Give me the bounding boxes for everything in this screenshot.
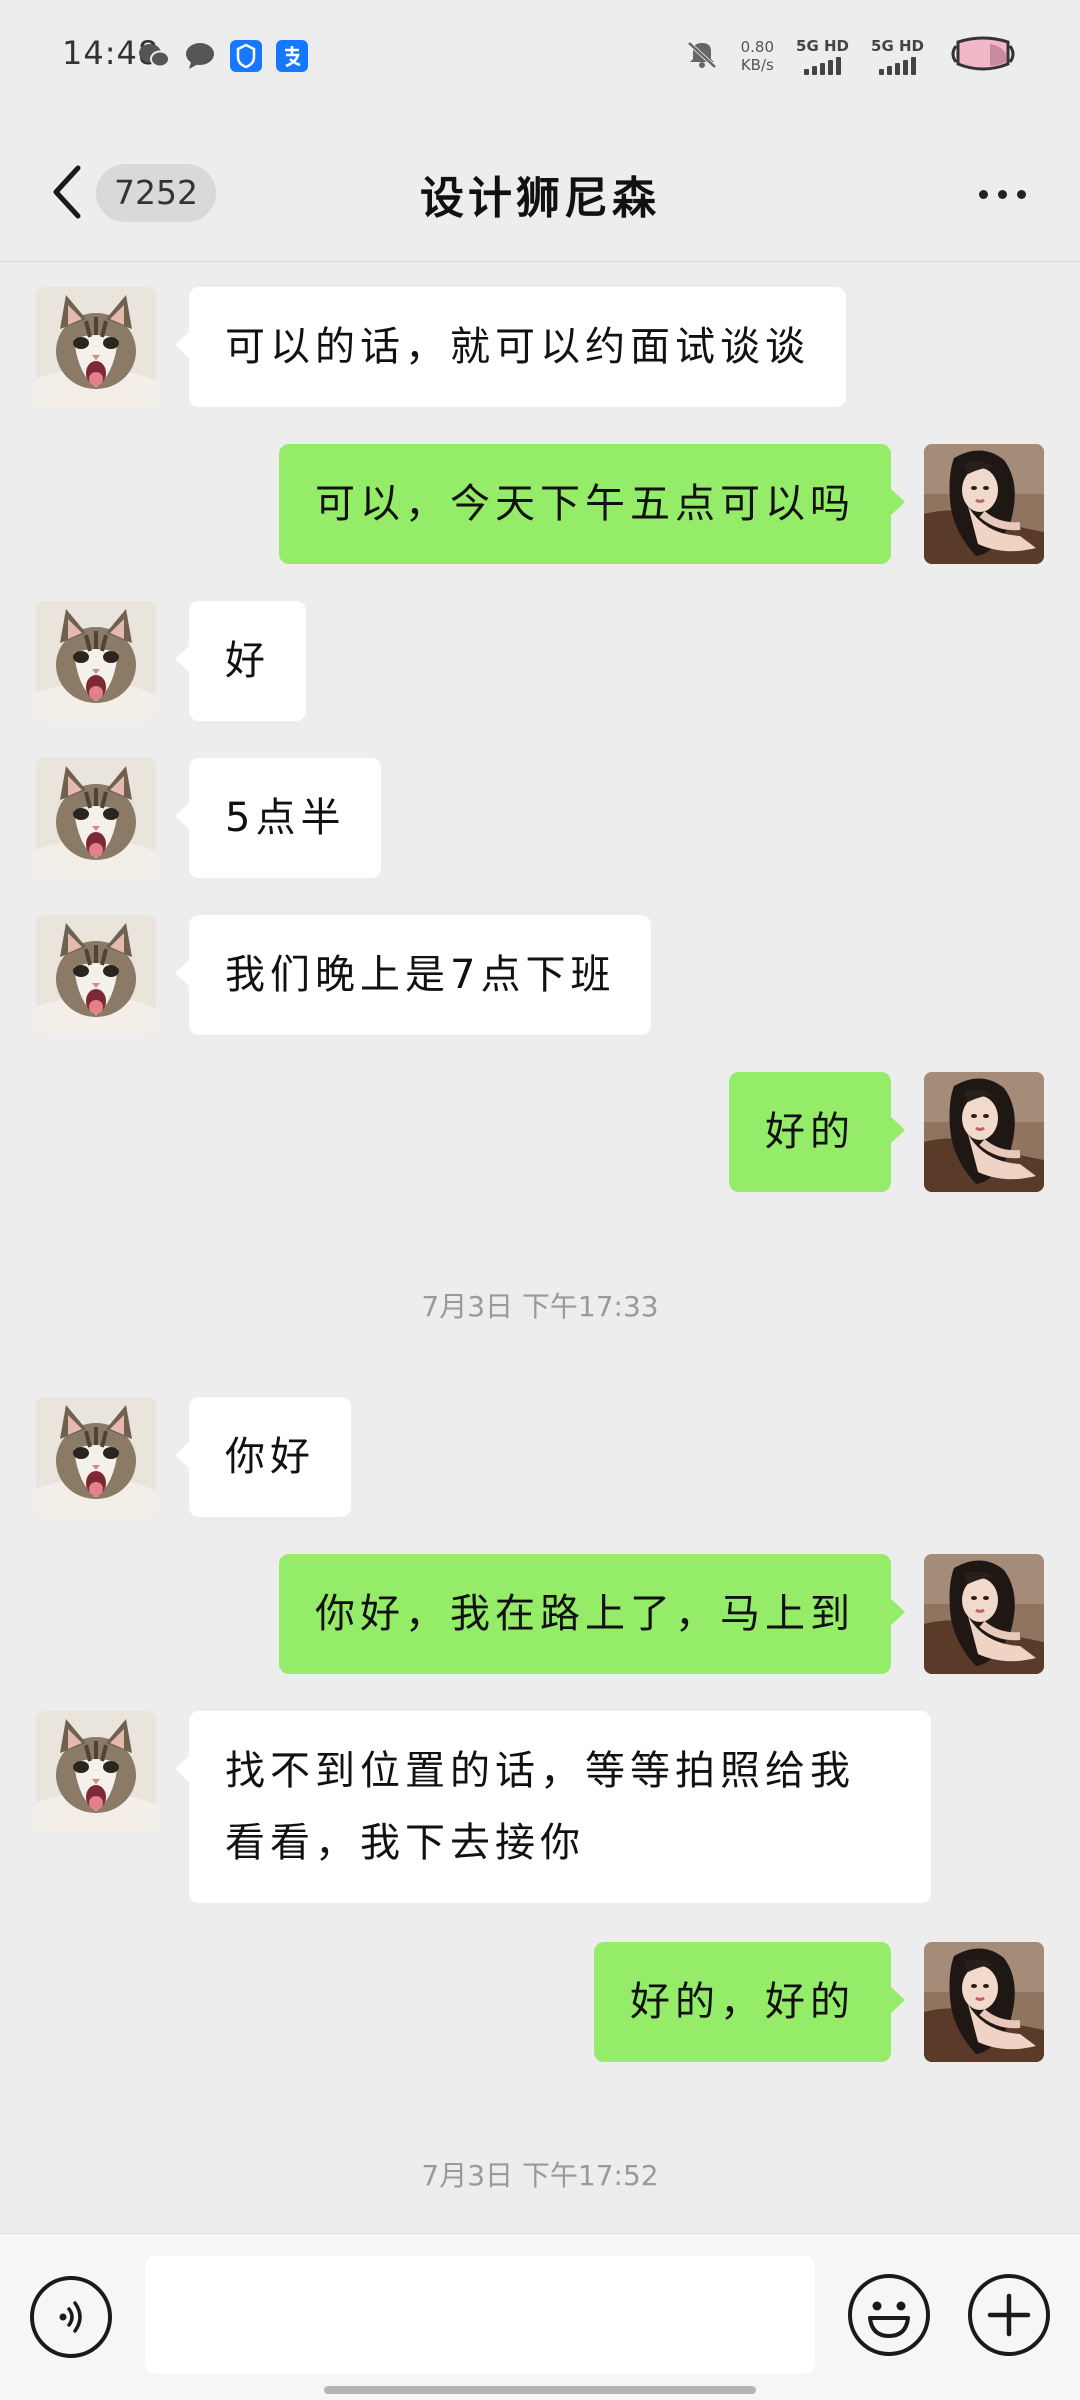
network-speed: 0.80 KB/s bbox=[741, 38, 774, 74]
dot-icon bbox=[1016, 189, 1026, 199]
sim2-signal-label: 5G HD bbox=[871, 37, 924, 55]
plus-icon bbox=[987, 2293, 1031, 2337]
message-bubble[interactable]: 你好 bbox=[175, 1397, 351, 1517]
message-bubble[interactable]: 可以的话，就可以约面试谈谈 bbox=[175, 287, 846, 407]
message-list[interactable]: 可以的话，就可以约面试谈谈 可以，今天下午五点可以吗 好 5点半 我们晚上是7点… bbox=[0, 263, 1080, 2233]
back-button[interactable] bbox=[40, 160, 92, 224]
sim1-signal-label: 5G HD bbox=[796, 37, 850, 55]
message-bubble[interactable]: 我们晚上是7点下班 bbox=[174, 915, 652, 1035]
dot-icon bbox=[997, 189, 1007, 199]
status-right-cluster: 0.80 KB/s 5G HD 5G HD bbox=[685, 30, 1020, 82]
message-bubble[interactable]: 好 bbox=[175, 601, 306, 721]
voice-input-button[interactable] bbox=[30, 2276, 112, 2358]
timestamp: 7月3日 下午17:33 bbox=[421, 1290, 659, 1323]
chat-title: 设计狮尼森 bbox=[420, 173, 660, 224]
input-bar bbox=[0, 2233, 1080, 2400]
status-notification-icons bbox=[138, 38, 308, 74]
message-icon bbox=[184, 40, 216, 72]
mute-icon bbox=[685, 37, 719, 75]
more-functions-button[interactable] bbox=[968, 2274, 1050, 2356]
message-bubble[interactable]: 你好，我在路上了，马上到 bbox=[279, 1554, 905, 1674]
wechat-icon bbox=[138, 40, 170, 72]
dot-icon bbox=[978, 189, 988, 199]
contact-avatar[interactable] bbox=[36, 758, 156, 878]
contact-avatar[interactable] bbox=[36, 1397, 156, 1517]
signal-icon bbox=[804, 57, 842, 75]
alipay-shield-icon bbox=[230, 40, 262, 72]
chevron-left-icon bbox=[53, 165, 81, 219]
message-bubble[interactable]: 找不到位置的话，等等拍照给我看看，我下去接你 bbox=[175, 1711, 931, 1903]
my-avatar[interactable] bbox=[924, 1554, 1044, 1674]
home-indicator[interactable] bbox=[324, 2386, 756, 2394]
my-avatar[interactable] bbox=[924, 1072, 1044, 1192]
message-bubble[interactable]: 好的 bbox=[729, 1072, 905, 1192]
message-bubble[interactable]: 好的，好的 bbox=[594, 1942, 905, 2062]
contact-avatar[interactable] bbox=[36, 287, 156, 407]
message-bubble[interactable]: 5点半 bbox=[174, 758, 382, 878]
alipay-icon bbox=[276, 40, 308, 72]
my-avatar[interactable] bbox=[924, 1942, 1044, 2062]
pink-battery-icon bbox=[946, 34, 1020, 78]
status-bar: 14:48 0.80 KB/s 5G HD 5G HD bbox=[0, 0, 1080, 112]
more-options-button[interactable] bbox=[962, 166, 1042, 222]
chat-header: 7252 设计狮尼森 bbox=[0, 112, 1080, 262]
emoji-icon bbox=[868, 2301, 910, 2338]
contact-avatar[interactable] bbox=[36, 915, 156, 1035]
contact-avatar[interactable] bbox=[36, 1711, 156, 1831]
message-bubble[interactable]: 可以，今天下午五点可以吗 bbox=[279, 444, 905, 564]
message-input[interactable] bbox=[145, 2256, 815, 2374]
my-avatar[interactable] bbox=[924, 444, 1044, 564]
network-speed-value: 0.80 bbox=[740, 38, 775, 56]
sim2-signal: 5G HD bbox=[871, 37, 924, 75]
network-speed-unit: KB/s bbox=[740, 56, 774, 74]
voice-icon bbox=[59, 2301, 82, 2333]
timestamp: 7月3日 下午17:52 bbox=[421, 2159, 659, 2192]
contact-avatar[interactable] bbox=[36, 601, 156, 721]
emoji-button[interactable] bbox=[848, 2274, 930, 2356]
signal-icon bbox=[879, 57, 916, 75]
sim1-signal: 5G HD bbox=[796, 37, 849, 75]
unread-count-badge[interactable]: 7252 bbox=[96, 164, 216, 222]
